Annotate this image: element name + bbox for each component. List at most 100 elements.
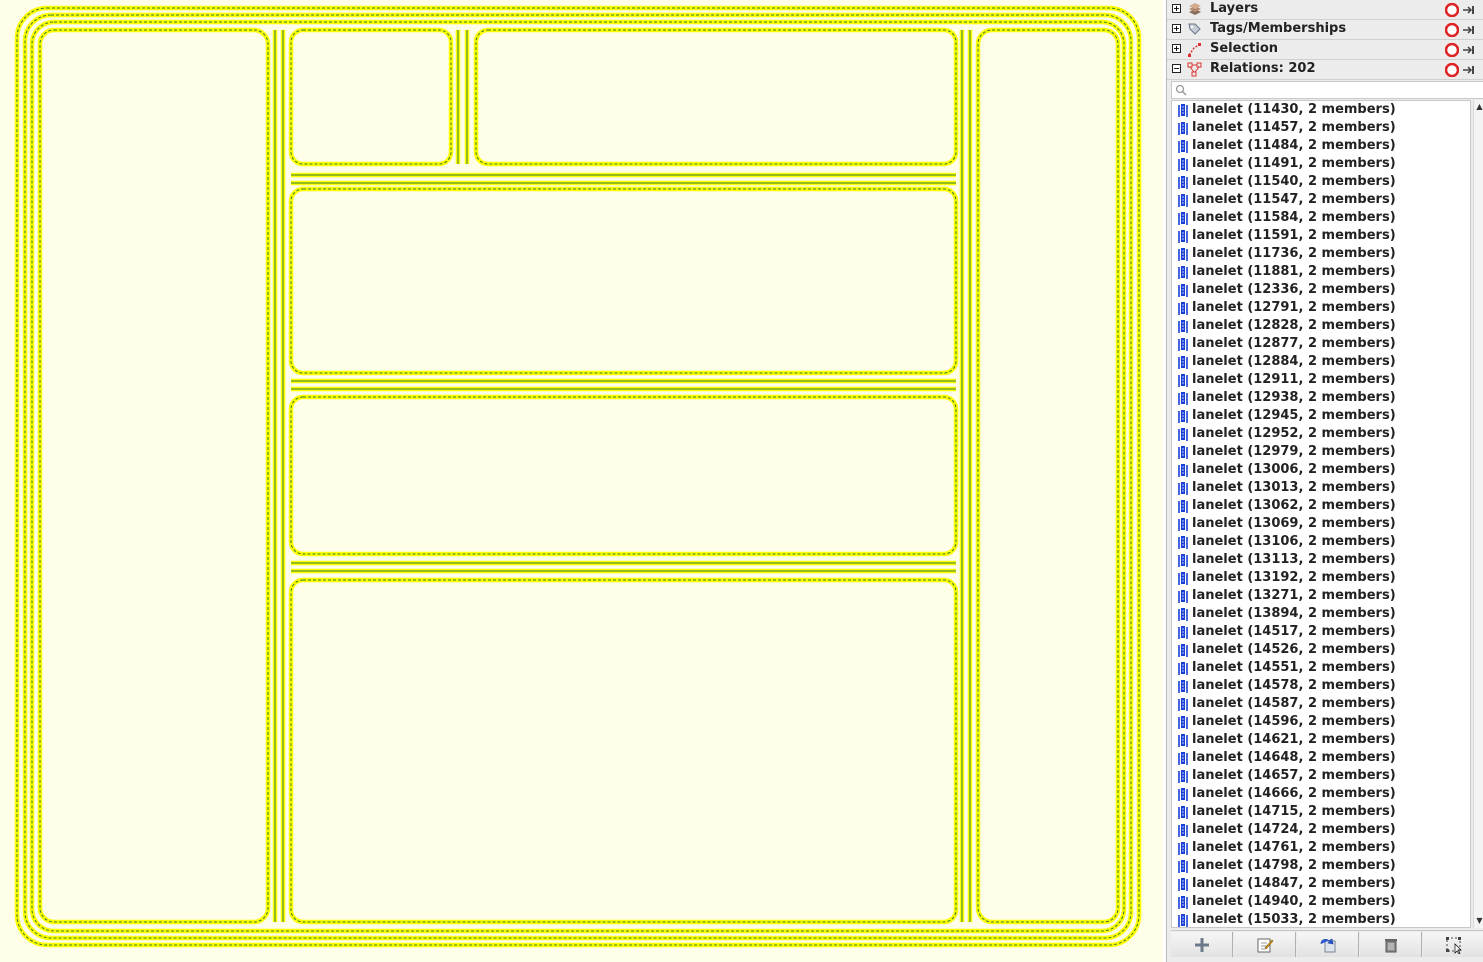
- relation-label: lanelet (14666, 2 members): [1192, 786, 1396, 801]
- relation-list-item[interactable]: lanelet (12828, 2 members): [1172, 317, 1470, 335]
- relation-list-item[interactable]: lanelet (14648, 2 members): [1172, 749, 1470, 767]
- relation-list-item[interactable]: lanelet (15033, 2 members): [1172, 911, 1470, 927]
- relation-list-item[interactable]: lanelet (11540, 2 members): [1172, 173, 1470, 191]
- relation-list-item[interactable]: lanelet (13113, 2 members): [1172, 551, 1470, 569]
- relation-list-item[interactable]: lanelet (14517, 2 members): [1172, 623, 1470, 641]
- map-view[interactable]: [0, 0, 1163, 962]
- detach-icon[interactable]: [1462, 63, 1476, 77]
- relation-list-item[interactable]: lanelet (14798, 2 members): [1172, 857, 1470, 875]
- help-icon[interactable]: [1445, 23, 1459, 37]
- expand-toggle-icon[interactable]: +: [1172, 24, 1181, 33]
- outer-ring-lane-2[interactable]: [22, 12, 1134, 941]
- relation-list-item[interactable]: lanelet (13069, 2 members): [1172, 515, 1470, 533]
- relation-list-item[interactable]: lanelet (12877, 2 members): [1172, 335, 1470, 353]
- select-members-button[interactable]: [1423, 932, 1483, 957]
- detach-icon[interactable]: [1462, 3, 1476, 17]
- scroll-up-icon[interactable]: ▲: [1475, 102, 1483, 111]
- relation-list-item[interactable]: lanelet (14724, 2 members): [1172, 821, 1470, 839]
- relation-list[interactable]: lanelet (11430, 2 members) lanelet (11457…: [1171, 100, 1471, 928]
- relation-list-item[interactable]: lanelet (13006, 2 members): [1172, 461, 1470, 479]
- relation-list-item[interactable]: lanelet (11584, 2 members): [1172, 209, 1470, 227]
- new-relation-button[interactable]: [1171, 932, 1233, 957]
- relation-list-item[interactable]: lanelet (13106, 2 members): [1172, 533, 1470, 551]
- relation-list-item[interactable]: lanelet (13013, 2 members): [1172, 479, 1470, 497]
- relation-list-item[interactable]: lanelet (12938, 2 members): [1172, 389, 1470, 407]
- relation-label: lanelet (12828, 2 members): [1192, 318, 1396, 333]
- relation-list-item[interactable]: lanelet (14578, 2 members): [1172, 677, 1470, 695]
- panel-tags-memberships[interactable]: + Tags/Memberships: [1167, 20, 1483, 40]
- lanelet-map-drawing[interactable]: [0, 0, 1163, 962]
- relation-list-item[interactable]: lanelet (13894, 2 members): [1172, 605, 1470, 623]
- relation-list-item[interactable]: lanelet (14526, 2 members): [1172, 641, 1470, 659]
- relation-list-item[interactable]: lanelet (12979, 2 members): [1172, 443, 1470, 461]
- relation-list-item[interactable]: lanelet (11491, 2 members): [1172, 155, 1470, 173]
- relation-icon: [1178, 680, 1188, 693]
- relation-list-item[interactable]: lanelet (12911, 2 members): [1172, 371, 1470, 389]
- expand-toggle-icon[interactable]: +: [1172, 4, 1181, 13]
- block-top-small[interactable]: [288, 27, 454, 167]
- relation-icon: [1178, 608, 1188, 621]
- scrollbar-thumb[interactable]: [1475, 230, 1483, 232]
- relation-list-item[interactable]: lanelet (11484, 2 members): [1172, 137, 1470, 155]
- relation-icon: [1178, 446, 1188, 459]
- relation-icon: [1178, 284, 1188, 297]
- scroll-down-icon[interactable]: ▼: [1475, 916, 1483, 925]
- relation-list-item[interactable]: lanelet (14657, 2 members): [1172, 767, 1470, 785]
- expand-toggle-icon[interactable]: +: [1172, 44, 1181, 53]
- relation-label: lanelet (14621, 2 members): [1192, 732, 1396, 747]
- relation-list-item[interactable]: lanelet (11736, 2 members): [1172, 245, 1470, 263]
- delete-relation-button[interactable]: [1360, 932, 1422, 957]
- detach-icon[interactable]: [1462, 43, 1476, 57]
- relation-list-item[interactable]: lanelet (12884, 2 members): [1172, 353, 1470, 371]
- panel-layers[interactable]: + Layers: [1167, 0, 1483, 20]
- collapse-toggle-icon[interactable]: −: [1172, 64, 1181, 73]
- duplicate-relation-button[interactable]: [1297, 932, 1359, 957]
- relation-label: lanelet (11430, 2 members): [1192, 102, 1396, 117]
- relation-list-item[interactable]: lanelet (14621, 2 members): [1172, 731, 1470, 749]
- relation-icon: [1178, 554, 1188, 567]
- relation-list-item[interactable]: lanelet (14551, 2 members): [1172, 659, 1470, 677]
- help-icon[interactable]: [1445, 3, 1459, 17]
- relation-list-item[interactable]: lanelet (11457, 2 members): [1172, 119, 1470, 137]
- relation-list-item[interactable]: lanelet (12791, 2 members): [1172, 299, 1470, 317]
- relation-icon: [1178, 140, 1188, 153]
- relation-list-item[interactable]: lanelet (11430, 2 members): [1172, 101, 1470, 119]
- block-bottom[interactable]: [288, 577, 959, 925]
- block-left[interactable]: [37, 27, 271, 925]
- relation-list-item[interactable]: lanelet (12336, 2 members): [1172, 281, 1470, 299]
- panel-relations[interactable]: − Relations: 202: [1167, 60, 1483, 80]
- panel-title: Layers: [1210, 1, 1259, 16]
- relation-list-item[interactable]: lanelet (14940, 2 members): [1172, 893, 1470, 911]
- help-icon[interactable]: [1445, 43, 1459, 57]
- relation-search-input[interactable]: [1190, 82, 1483, 100]
- relation-list-item[interactable]: lanelet (14666, 2 members): [1172, 785, 1470, 803]
- relation-list-item[interactable]: lanelet (13192, 2 members): [1172, 569, 1470, 587]
- relation-list-item[interactable]: lanelet (12945, 2 members): [1172, 407, 1470, 425]
- relation-list-item[interactable]: lanelet (14847, 2 members): [1172, 875, 1470, 893]
- edit-relation-button[interactable]: [1234, 932, 1296, 957]
- block-middle-2[interactable]: [288, 394, 959, 557]
- add-icon: [1195, 938, 1209, 952]
- relation-list-item[interactable]: lanelet (14587, 2 members): [1172, 695, 1470, 713]
- relation-icon: [1178, 878, 1188, 891]
- relation-label: lanelet (12979, 2 members): [1192, 444, 1396, 459]
- relation-label: lanelet (12945, 2 members): [1192, 408, 1396, 423]
- relation-list-item[interactable]: lanelet (11591, 2 members): [1172, 227, 1470, 245]
- relation-label: lanelet (13894, 2 members): [1192, 606, 1396, 621]
- relation-list-item[interactable]: lanelet (13062, 2 members): [1172, 497, 1470, 515]
- relation-list-item[interactable]: lanelet (11881, 2 members): [1172, 263, 1470, 281]
- relation-icon: [1178, 248, 1188, 261]
- relation-list-item[interactable]: lanelet (11547, 2 members): [1172, 191, 1470, 209]
- relation-list-item[interactable]: lanelet (14715, 2 members): [1172, 803, 1470, 821]
- relation-list-item[interactable]: lanelet (14596, 2 members): [1172, 713, 1470, 731]
- detach-icon[interactable]: [1462, 23, 1476, 37]
- block-middle-1[interactable]: [288, 186, 959, 376]
- relation-list-item[interactable]: lanelet (12952, 2 members): [1172, 425, 1470, 443]
- block-top-wide[interactable]: [473, 27, 959, 167]
- relation-list-item[interactable]: lanelet (13271, 2 members): [1172, 587, 1470, 605]
- relation-list-scrollbar[interactable]: ▲ ▼: [1473, 100, 1483, 928]
- relation-list-item[interactable]: lanelet (14761, 2 members): [1172, 839, 1470, 857]
- block-right[interactable]: [975, 27, 1121, 925]
- panel-selection[interactable]: + Selection: [1167, 40, 1483, 60]
- help-icon[interactable]: [1445, 63, 1459, 77]
